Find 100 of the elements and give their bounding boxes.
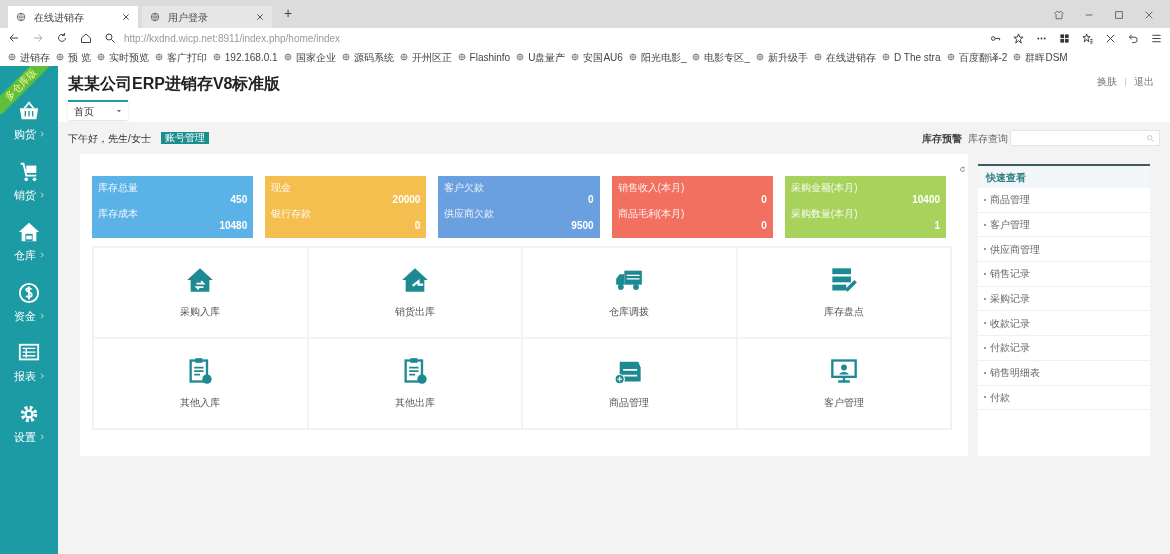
stat-label: 采购数量(本月) bbox=[790, 208, 859, 220]
bookmark-link[interactable]: U盘量产 bbox=[528, 49, 566, 65]
bookmark-link[interactable]: 在线进销存 bbox=[826, 49, 876, 65]
stock-alert-link[interactable]: 库存预警 bbox=[922, 130, 962, 146]
home-icon bbox=[80, 32, 92, 44]
shortcut-link[interactable]: 其他入库 bbox=[180, 395, 221, 410]
bookmark-link[interactable]: 新升级手 bbox=[768, 49, 808, 65]
shortcut-link[interactable]: 采购入库 bbox=[180, 304, 221, 319]
back-arrow-icon bbox=[8, 32, 20, 44]
caret-icon bbox=[116, 108, 122, 114]
new-tab-button[interactable]: + bbox=[276, 3, 301, 28]
shortcut-link[interactable]: 库存盘点 bbox=[823, 304, 864, 319]
browser-tab[interactable]: 在线进销存 bbox=[8, 6, 138, 28]
globe-icon bbox=[283, 53, 292, 61]
greeting-text: 下午好，先生/女士 bbox=[68, 131, 151, 146]
globe-icon bbox=[946, 53, 955, 61]
globe-icon bbox=[56, 53, 64, 61]
house-icon bbox=[400, 266, 429, 294]
globe-icon bbox=[516, 53, 525, 61]
quick-link[interactable]: 供应商管理 bbox=[990, 241, 1040, 257]
stat-value: 0 bbox=[414, 220, 421, 232]
favorites-icon[interactable] bbox=[1082, 32, 1093, 44]
forward-arrow-icon bbox=[32, 32, 44, 44]
globe-icon bbox=[756, 53, 764, 61]
bookmark-link[interactable]: 源码系统 bbox=[353, 49, 394, 65]
basket-icon bbox=[18, 100, 40, 122]
globe-icon bbox=[692, 53, 701, 61]
quick-link[interactable]: 收款记录 bbox=[990, 315, 1030, 331]
house-icon bbox=[186, 266, 215, 294]
globe-icon bbox=[571, 53, 580, 61]
field-label: 库存查询 bbox=[968, 131, 1008, 146]
globe-icon bbox=[399, 53, 408, 61]
stat-label: 库存成本 bbox=[98, 208, 139, 220]
globe-icon bbox=[457, 53, 466, 61]
quick-link[interactable]: 付款 bbox=[990, 389, 1010, 405]
close-icon bbox=[122, 13, 130, 21]
stat-value: 1 bbox=[934, 220, 940, 232]
bookmark-link[interactable]: 阳光电影_ bbox=[640, 49, 687, 65]
menu-icon[interactable] bbox=[1151, 32, 1162, 44]
star-icon[interactable] bbox=[1013, 32, 1024, 44]
stat-value: 10480 bbox=[219, 220, 248, 232]
bookmark-link[interactable]: 实时预览 bbox=[108, 49, 149, 65]
bookmark-link[interactable]: 进销存 bbox=[20, 49, 50, 65]
bookmark-link[interactable]: 预 览 bbox=[68, 49, 91, 65]
chevron-icon bbox=[38, 131, 45, 138]
bookmark-link[interactable]: 国家企业 bbox=[295, 49, 336, 65]
header-link[interactable]: 退出 bbox=[1134, 74, 1154, 89]
monitor-icon bbox=[829, 357, 858, 385]
undo-icon[interactable] bbox=[1128, 32, 1139, 44]
globe-icon bbox=[212, 53, 221, 61]
page-tab[interactable]: 首页 bbox=[68, 100, 128, 120]
stat-label: 库存总量 bbox=[98, 182, 139, 194]
quick-link[interactable]: 付款记录 bbox=[990, 340, 1030, 356]
globe-icon bbox=[154, 53, 163, 61]
stat-value: 0 bbox=[761, 194, 767, 206]
globe-icon bbox=[341, 53, 350, 61]
globe-icon bbox=[96, 53, 105, 61]
quick-link[interactable]: 销售明细表 bbox=[990, 365, 1040, 381]
browser-tab[interactable]: 用户登录 bbox=[142, 6, 272, 28]
quick-link[interactable]: 客户管理 bbox=[990, 217, 1030, 233]
server-edit-icon bbox=[829, 266, 858, 294]
stat-value: 0 bbox=[588, 194, 594, 206]
shirt-icon bbox=[1054, 10, 1064, 20]
bookmark-link[interactable]: D The stra bbox=[894, 49, 941, 65]
search-icon bbox=[1146, 133, 1155, 143]
bookmark-link[interactable]: 百度翻译-2 bbox=[958, 49, 1008, 65]
quick-link[interactable]: 商品管理 bbox=[990, 192, 1030, 208]
shortcut-link[interactable]: 客户管理 bbox=[823, 395, 864, 410]
globe-icon bbox=[814, 53, 822, 61]
chevron-icon bbox=[38, 191, 45, 198]
reload-icon bbox=[56, 32, 68, 44]
stat-label: 采购金额(本月) bbox=[790, 182, 859, 194]
bookmark-link[interactable]: 安国AU6 bbox=[583, 49, 623, 65]
bookmark-link[interactable]: 192.168.0.1 bbox=[224, 49, 278, 65]
stat-label: 供应商欠款 bbox=[444, 208, 496, 220]
stat-value: 20000 bbox=[392, 194, 421, 206]
chevron-icon bbox=[38, 252, 45, 259]
bookmark-link[interactable]: 客广打印 bbox=[166, 49, 207, 65]
stat-value: 450 bbox=[230, 194, 248, 206]
quick-link[interactable]: 采购记录 bbox=[990, 291, 1030, 307]
header-link[interactable]: 换肤 bbox=[1097, 74, 1117, 89]
stat-label: 商品毛利(本月) bbox=[617, 208, 686, 220]
shortcut-link[interactable]: 其他出库 bbox=[394, 395, 435, 410]
search-field[interactable] bbox=[1010, 130, 1160, 146]
shortcut-link[interactable]: 销货出库 bbox=[394, 304, 435, 319]
bookmark-link[interactable]: 群晖DSM bbox=[1025, 49, 1068, 65]
stat-label: 客户欠款 bbox=[444, 182, 486, 194]
stat-value: 9500 bbox=[571, 220, 594, 232]
search-icon bbox=[104, 32, 116, 44]
globe-icon bbox=[8, 53, 16, 61]
bookmark-link[interactable]: Flashinfo bbox=[469, 49, 511, 65]
apps-icon[interactable] bbox=[1059, 32, 1070, 44]
shortcut-link[interactable]: 仓库调拨 bbox=[609, 304, 650, 319]
bookmark-link[interactable]: 开州区正 bbox=[411, 49, 452, 65]
globe-icon bbox=[1013, 53, 1022, 61]
shortcut-link[interactable]: 商品管理 bbox=[609, 395, 650, 410]
bookmark-link[interactable]: 电影专区_ bbox=[704, 49, 750, 65]
quick-link[interactable]: 销售记录 bbox=[990, 266, 1030, 282]
account-button[interactable]: 账号管理 bbox=[160, 132, 209, 144]
chevron-icon bbox=[38, 373, 45, 380]
